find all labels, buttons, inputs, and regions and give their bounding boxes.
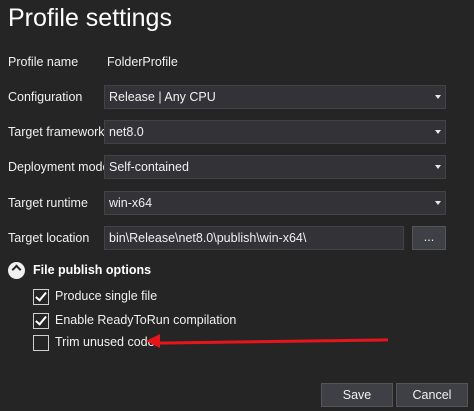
trim-unused-code-label: Trim unused code	[55, 335, 155, 349]
configuration-value: Release | Any CPU	[109, 90, 216, 104]
annotation-arrow-head-icon	[146, 334, 160, 348]
save-button[interactable]: Save	[321, 383, 393, 407]
browse-button[interactable]: ...	[412, 226, 446, 250]
target-runtime-dropdown[interactable]: win-x64	[104, 191, 446, 215]
target-framework-dropdown[interactable]: net8.0	[104, 120, 446, 144]
cancel-button[interactable]: Cancel	[396, 383, 468, 407]
annotation-arrow-line	[155, 338, 389, 345]
checkmark-icon	[35, 313, 47, 326]
chevron-up-icon[interactable]	[8, 262, 25, 279]
target-runtime-value: win-x64	[109, 196, 153, 210]
deployment-mode-value: Self-contained	[109, 160, 189, 174]
chevron-down-icon	[435, 130, 441, 134]
chevron-down-icon	[435, 165, 441, 169]
produce-single-file-label: Produce single file	[55, 289, 158, 303]
target-framework-value: net8.0	[109, 125, 144, 139]
deployment-mode-label: Deployment mode	[8, 160, 110, 174]
chevron-down-icon	[435, 201, 441, 205]
profile-name-label: Profile name	[8, 55, 79, 69]
chevron-down-icon	[435, 95, 441, 99]
deployment-mode-dropdown[interactable]: Self-contained	[104, 155, 446, 179]
checkmark-icon	[35, 289, 47, 302]
target-location-input[interactable]: bin\Release\net8.0\publish\win-x64\	[104, 226, 404, 250]
configuration-label: Configuration	[8, 90, 83, 104]
produce-single-file-checkbox[interactable]	[33, 289, 49, 305]
enable-readytorun-checkbox[interactable]	[33, 313, 49, 329]
target-location-value: bin\Release\net8.0\publish\win-x64\	[109, 231, 307, 245]
target-location-label: Target location	[8, 231, 90, 245]
target-framework-label: Target framework	[8, 125, 105, 139]
target-runtime-label: Target runtime	[8, 196, 88, 210]
enable-readytorun-label: Enable ReadyToRun compilation	[55, 313, 237, 327]
configuration-dropdown[interactable]: Release | Any CPU	[104, 85, 446, 109]
trim-unused-code-checkbox[interactable]	[33, 335, 49, 351]
dialog-title: Profile settings	[8, 4, 172, 32]
profile-name-value: FolderProfile	[107, 55, 178, 69]
file-publish-options-header[interactable]: File publish options	[33, 263, 151, 277]
